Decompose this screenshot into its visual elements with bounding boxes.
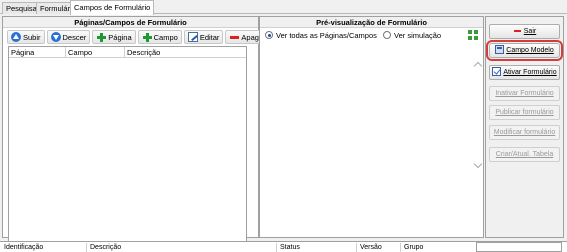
publicar-formulario-button[interactable]: Publicar formulário	[489, 105, 560, 120]
fields-grid-header: Página Campo Descrição	[9, 47, 246, 58]
ativar-formulario-button[interactable]: Ativar Formulário	[489, 65, 560, 80]
column-header-versao[interactable]: Versão	[356, 243, 382, 252]
preview-scrollbar[interactable]	[473, 61, 483, 171]
fields-panel-title: Páginas/Campos de Formulário	[3, 17, 258, 28]
exit-icon	[513, 26, 522, 35]
scroll-up-icon[interactable]	[473, 61, 483, 71]
preview-panel: Pré-visualização de Formulário Ver todas…	[259, 16, 484, 238]
radio-ver-todas[interactable]: Ver todas as Páginas/Campos	[265, 31, 379, 40]
tab-bar: Pesquisa Formulário Campos de Formulário	[0, 0, 567, 15]
editar-button[interactable]: Editar	[183, 30, 224, 44]
form-icon	[495, 45, 505, 54]
criar-atualizar-tabela-button[interactable]: Criar/Atual. Tabela	[489, 147, 560, 162]
radio-unselected-icon	[383, 31, 391, 39]
fields-toolbar: Subir Descer Página Campo Editar Apagar	[7, 30, 272, 44]
radio-selected-icon	[265, 31, 273, 39]
preview-mode-options: Ver todas as Páginas/Campos Ver simulaçã…	[265, 30, 441, 42]
fields-panel: Páginas/Campos de Formulário Subir Desce…	[2, 16, 270, 250]
column-header-campo[interactable]: Campo	[66, 47, 125, 58]
add-pagina-button[interactable]: Página	[92, 30, 136, 44]
window: Pesquisa Formulário Campos de Formulário…	[0, 0, 567, 252]
minus-icon	[229, 32, 240, 42]
sair-button[interactable]: Sair	[489, 24, 560, 39]
inativar-formulario-button[interactable]: Inativar Formulário	[489, 86, 560, 101]
add-campo-button[interactable]: Campo	[137, 30, 182, 44]
scroll-down-icon[interactable]	[473, 159, 483, 169]
checkbox-icon	[492, 67, 502, 76]
filter-input[interactable]	[476, 242, 562, 252]
arrow-down-icon	[50, 32, 61, 42]
column-header-descricao[interactable]: Descrição	[86, 243, 121, 252]
edit-icon	[187, 32, 198, 42]
column-header-descricao[interactable]: Descrição	[125, 47, 246, 58]
arrow-up-icon	[11, 32, 21, 42]
collapse-icon[interactable]	[468, 30, 478, 40]
subir-button[interactable]: Subir	[7, 30, 45, 44]
plus-icon	[96, 32, 107, 42]
modificar-formulario-button[interactable]: Modificar formulário	[489, 125, 560, 140]
column-header-identificacao[interactable]: Identificação	[1, 243, 43, 252]
forms-grid-header: Identificação Descrição Status Versão Gr…	[0, 241, 567, 252]
campo-modelo-button[interactable]: Campo Modelo	[486, 40, 563, 61]
plus-icon	[142, 32, 152, 42]
radio-ver-simulacao[interactable]: Ver simulação	[383, 31, 441, 40]
column-header-status[interactable]: Status	[276, 243, 300, 252]
preview-panel-title: Pré-visualização de Formulário	[260, 17, 483, 28]
descer-button[interactable]: Descer	[46, 30, 91, 44]
column-header-grupo[interactable]: Grupo	[400, 243, 423, 252]
tab-campos-de-formulario[interactable]: Campos de Formulário	[70, 0, 155, 15]
column-header-pagina[interactable]: Página	[9, 47, 66, 58]
fields-grid[interactable]: Página Campo Descrição	[8, 46, 247, 250]
